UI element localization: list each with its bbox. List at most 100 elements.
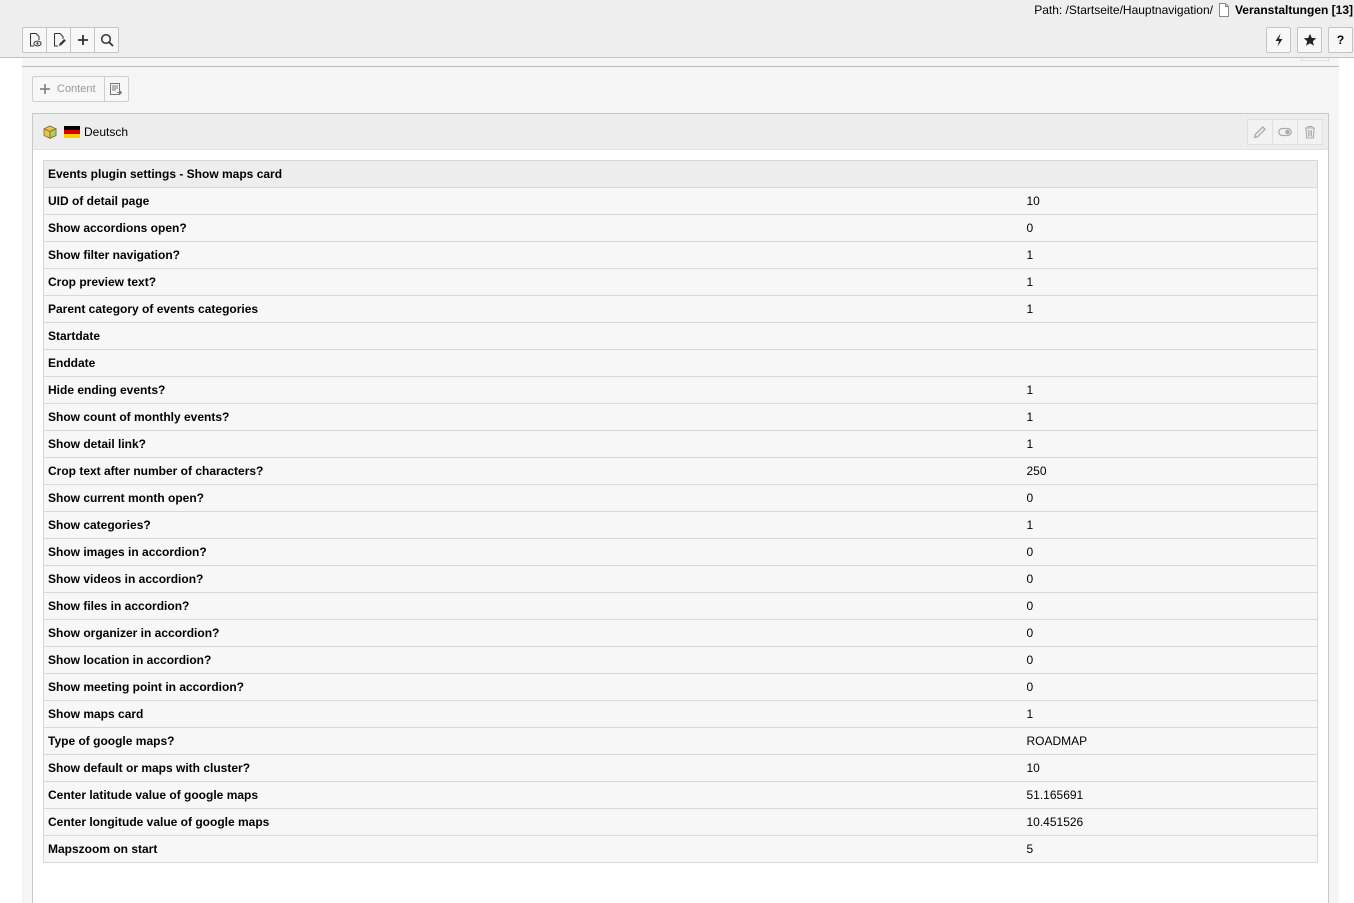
setting-label: Center longitude value of google maps [43, 808, 1023, 836]
edit-page-icon [53, 33, 66, 47]
search-icon [100, 33, 114, 47]
setting-value: 1 [1022, 511, 1318, 539]
pencil-icon [1253, 126, 1266, 139]
toolbar-left [22, 27, 119, 53]
module-body: Content Deutsch Events plugin settings -… [22, 58, 1339, 903]
setting-label: Center latitude value of google maps [43, 781, 1023, 809]
table-row: Show images in accordion? 0 [43, 538, 1318, 566]
path-prefix: Path: /Startseite/Hauptnavigation/ [1034, 3, 1213, 17]
setting-value: 1 [1022, 403, 1318, 431]
setting-label: Crop preview text? [43, 268, 1023, 296]
table-row: Startdate [43, 322, 1318, 350]
setting-label: UID of detail page [43, 187, 1023, 215]
setting-label: Type of google maps? [43, 727, 1023, 755]
table-row: Show current month open? 0 [43, 484, 1318, 512]
table-row: Enddate [43, 349, 1318, 377]
doc-header: Path: /Startseite/Hauptnavigation/ Veran… [0, 0, 1354, 58]
edit-page-button[interactable] [46, 27, 71, 53]
table-row: Type of google maps? ROADMAP [43, 727, 1318, 755]
view-page-button[interactable] [22, 27, 47, 53]
toggle-visibility-button[interactable] [1272, 119, 1298, 145]
setting-value: 1 [1022, 430, 1318, 458]
table-row: Show detail link? 1 [43, 430, 1318, 458]
content-element-actions [1247, 119, 1323, 145]
setting-value: 10 [1022, 754, 1318, 782]
edit-element-button[interactable] [1247, 119, 1273, 145]
paste-button[interactable] [103, 76, 129, 102]
setting-label: Crop text after number of characters? [43, 457, 1023, 485]
table-row: Show meeting point in accordion? 0 [43, 673, 1318, 701]
content-actions: Content [32, 76, 129, 102]
shortcut-button[interactable] [1266, 27, 1291, 53]
setting-label: Enddate [43, 349, 1023, 377]
page-title[interactable]: Veranstaltungen [13] [1235, 3, 1353, 17]
view-page-icon [29, 33, 42, 47]
setting-value: 0 [1022, 619, 1318, 647]
table-row: Parent category of events categories 1 [43, 295, 1318, 323]
setting-label: Show videos in accordion? [43, 565, 1023, 593]
setting-value: 1 [1022, 295, 1318, 323]
language-label: Deutsch [84, 124, 129, 139]
setting-label: Show organizer in accordion? [43, 619, 1023, 647]
setting-label: Show accordions open? [43, 214, 1023, 242]
add-icon [77, 35, 88, 45]
setting-value: 0 [1022, 646, 1318, 674]
setting-value: 0 [1022, 673, 1318, 701]
delete-element-button[interactable] [1297, 119, 1323, 145]
setting-value: 10.451526 [1022, 808, 1318, 836]
setting-label: Show images in accordion? [43, 538, 1023, 566]
setting-label: Mapszoom on start [43, 835, 1023, 863]
setting-label: Show default or maps with cluster? [43, 754, 1023, 782]
plus-icon [40, 84, 50, 94]
table-row: UID of detail page 10 [43, 187, 1318, 215]
help-button[interactable]: ? [1328, 27, 1353, 53]
table-row: Show location in accordion? 0 [43, 646, 1318, 674]
setting-label: Show maps card [43, 700, 1023, 728]
table-row: Crop preview text? 1 [43, 268, 1318, 296]
setting-value: 0 [1022, 538, 1318, 566]
table-title: Events plugin settings - Show maps card [43, 160, 1318, 188]
paste-icon [110, 83, 123, 95]
bookmark-icon [1303, 33, 1316, 46]
setting-label: Show current month open? [43, 484, 1023, 512]
settings-rows: UID of detail page 10 Show accordions open… [43, 187, 1318, 863]
table-row: Show files in accordion? 0 [43, 592, 1318, 620]
setting-value [1022, 349, 1318, 377]
setting-label: Show count of monthly events? [43, 403, 1023, 431]
table-row: Center latitude value of google maps 51.1… [43, 781, 1318, 809]
add-button[interactable] [70, 27, 95, 53]
bookmark-button[interactable] [1297, 27, 1322, 53]
plugin-settings-table: Events plugin settings - Show maps card … [43, 160, 1318, 863]
divider [22, 66, 1339, 67]
table-row: Center longitude value of google maps 10.… [43, 808, 1318, 836]
table-row: Show maps card 1 [43, 700, 1318, 728]
shortcut-icon [1275, 33, 1282, 47]
table-row: Show videos in accordion? 0 [43, 565, 1318, 593]
divider-tab [1301, 58, 1329, 61]
setting-value: 0 [1022, 214, 1318, 242]
setting-value: 1 [1022, 376, 1318, 404]
setting-label: Show filter navigation? [43, 241, 1023, 269]
setting-value: 1 [1022, 700, 1318, 728]
table-row: Show organizer in accordion? 0 [43, 619, 1318, 647]
trash-icon [1305, 125, 1315, 139]
breadcrumb: Path: /Startseite/Hauptnavigation/ Veran… [1034, 3, 1353, 17]
toggle-icon [1278, 127, 1292, 137]
toolbar-right: ? [1266, 27, 1353, 53]
german-flag-icon [64, 125, 80, 138]
plugin-box-icon [43, 125, 57, 139]
setting-value: 0 [1022, 565, 1318, 593]
table-row: Show accordions open? 0 [43, 214, 1318, 242]
setting-label: Show detail link? [43, 430, 1023, 458]
setting-value: 1 [1022, 241, 1318, 269]
add-content-button[interactable]: Content [32, 76, 105, 102]
table-row: Mapszoom on start 5 [43, 835, 1318, 863]
table-row: Show categories? 1 [43, 511, 1318, 539]
setting-value [1022, 322, 1318, 350]
setting-value: 51.165691 [1022, 781, 1318, 809]
search-button[interactable] [94, 27, 119, 53]
help-label: ? [1336, 33, 1345, 47]
table-row: Show count of monthly events? 1 [43, 403, 1318, 431]
setting-value: 0 [1022, 484, 1318, 512]
setting-value: 250 [1022, 457, 1318, 485]
